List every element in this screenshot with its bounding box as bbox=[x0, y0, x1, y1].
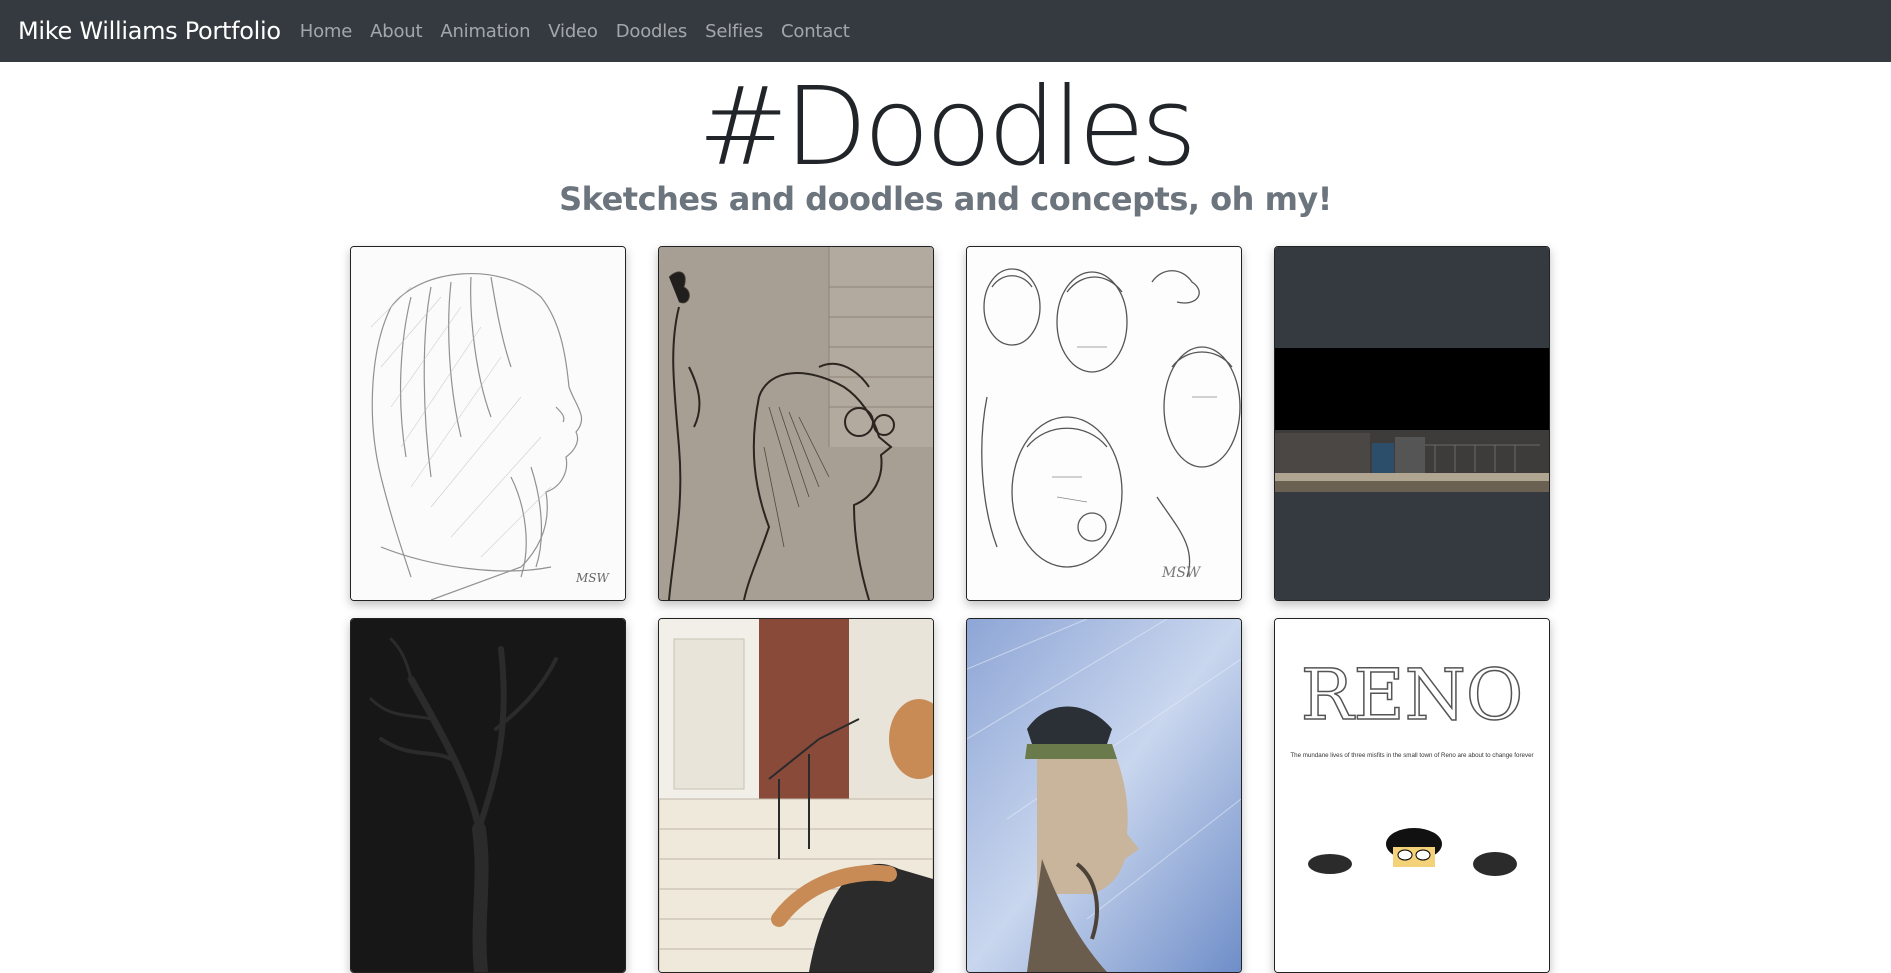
nav-about[interactable]: About bbox=[361, 21, 431, 42]
brand-logo[interactable]: Mike Williams Portfolio bbox=[18, 17, 281, 45]
nav-contact[interactable]: Contact bbox=[772, 21, 859, 42]
nav-home[interactable]: Home bbox=[291, 21, 361, 42]
nav-doodles[interactable]: Doodles bbox=[607, 21, 696, 42]
3d-render-image bbox=[659, 619, 933, 972]
gallery-card-sepia-sketch[interactable] bbox=[658, 246, 934, 601]
gallery-card-street-scene[interactable] bbox=[1274, 246, 1550, 601]
svg-text:MSW: MSW bbox=[1161, 565, 1202, 581]
painted-portrait-image bbox=[967, 619, 1241, 972]
nav-video[interactable]: Video bbox=[539, 21, 606, 42]
page-subtitle: Sketches and doodles and concepts, oh my… bbox=[559, 180, 1332, 218]
top-navbar: Mike Williams Portfolio Home About Anima… bbox=[0, 0, 1891, 62]
nav-links: Home About Animation Video Doodles Selfi… bbox=[291, 21, 859, 42]
gallery-card-3d-render[interactable] bbox=[658, 618, 934, 973]
sepia-sketch-image bbox=[659, 247, 933, 600]
reno-tagline: The mundane lives of three misfits in th… bbox=[1290, 752, 1533, 759]
gallery-card-reno-poster[interactable]: RENO The mundane lives of three misfits … bbox=[1274, 618, 1550, 973]
dark-tree-image bbox=[351, 619, 625, 972]
nav-animation[interactable]: Animation bbox=[431, 21, 539, 42]
svg-text:MSW: MSW bbox=[575, 571, 611, 585]
gallery-card-painted-portrait[interactable] bbox=[966, 618, 1242, 973]
gallery-card-dark-tree[interactable] bbox=[350, 618, 626, 973]
reno-poster-image: RENO The mundane lives of three misfits … bbox=[1275, 619, 1549, 972]
character-sketches-image: MSW bbox=[967, 247, 1241, 600]
gallery-card-profile-sketch[interactable]: MSW bbox=[350, 246, 626, 601]
gallery-card-character-sketches[interactable]: MSW bbox=[966, 246, 1242, 601]
nav-selfies[interactable]: Selfies bbox=[696, 21, 772, 42]
profile-sketch-image: MSW bbox=[351, 247, 625, 600]
page-title: #Doodles bbox=[697, 65, 1197, 190]
street-scene-image bbox=[1275, 247, 1549, 600]
reno-logo: RENO bbox=[1301, 654, 1523, 736]
